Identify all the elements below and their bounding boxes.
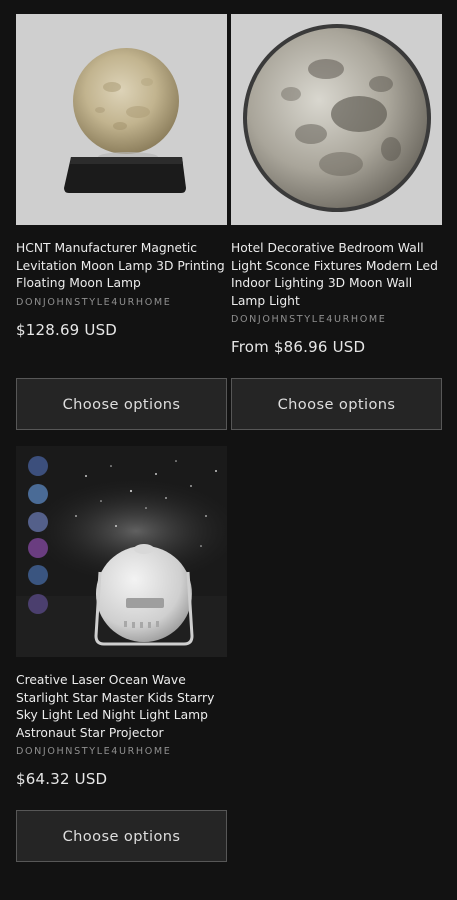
star-projector-image (16, 446, 227, 657)
moon-wall-lamp-image (231, 14, 442, 225)
product-price: $128.69 USD (16, 320, 118, 339)
product-title[interactable]: Creative Laser Ocean Wave Starlight Star… (16, 672, 227, 742)
product-price: From $86.96 USD (231, 338, 366, 357)
product-vendor: DONJOHNSTYLE4URHOME (16, 296, 172, 308)
product-vendor: DONJOHNSTYLE4URHOME (231, 314, 387, 326)
product-title[interactable]: HCNT Manufacturer Magnetic Levitation Mo… (16, 240, 227, 293)
moon-lamp-image (16, 14, 227, 225)
product-price: $64.32 USD (16, 770, 108, 789)
product-vendor: DONJOHNSTYLE4URHOME (16, 746, 172, 758)
product-image[interactable] (16, 14, 227, 225)
choose-options-button[interactable]: Choose options (231, 378, 442, 430)
product-card: HCNT Manufacturer Magnetic Levitation Mo… (16, 14, 227, 430)
product-card: Hotel Decorative Bedroom Wall Light Scon… (231, 14, 442, 430)
choose-options-button[interactable]: Choose options (16, 810, 227, 862)
product-card: Creative Laser Ocean Wave Starlight Star… (16, 446, 227, 862)
product-image[interactable] (16, 446, 227, 657)
product-grid: HCNT Manufacturer Magnetic Levitation Mo… (0, 0, 457, 900)
product-image[interactable] (231, 14, 442, 225)
choose-options-button[interactable]: Choose options (16, 378, 227, 430)
product-title[interactable]: Hotel Decorative Bedroom Wall Light Scon… (231, 240, 442, 310)
